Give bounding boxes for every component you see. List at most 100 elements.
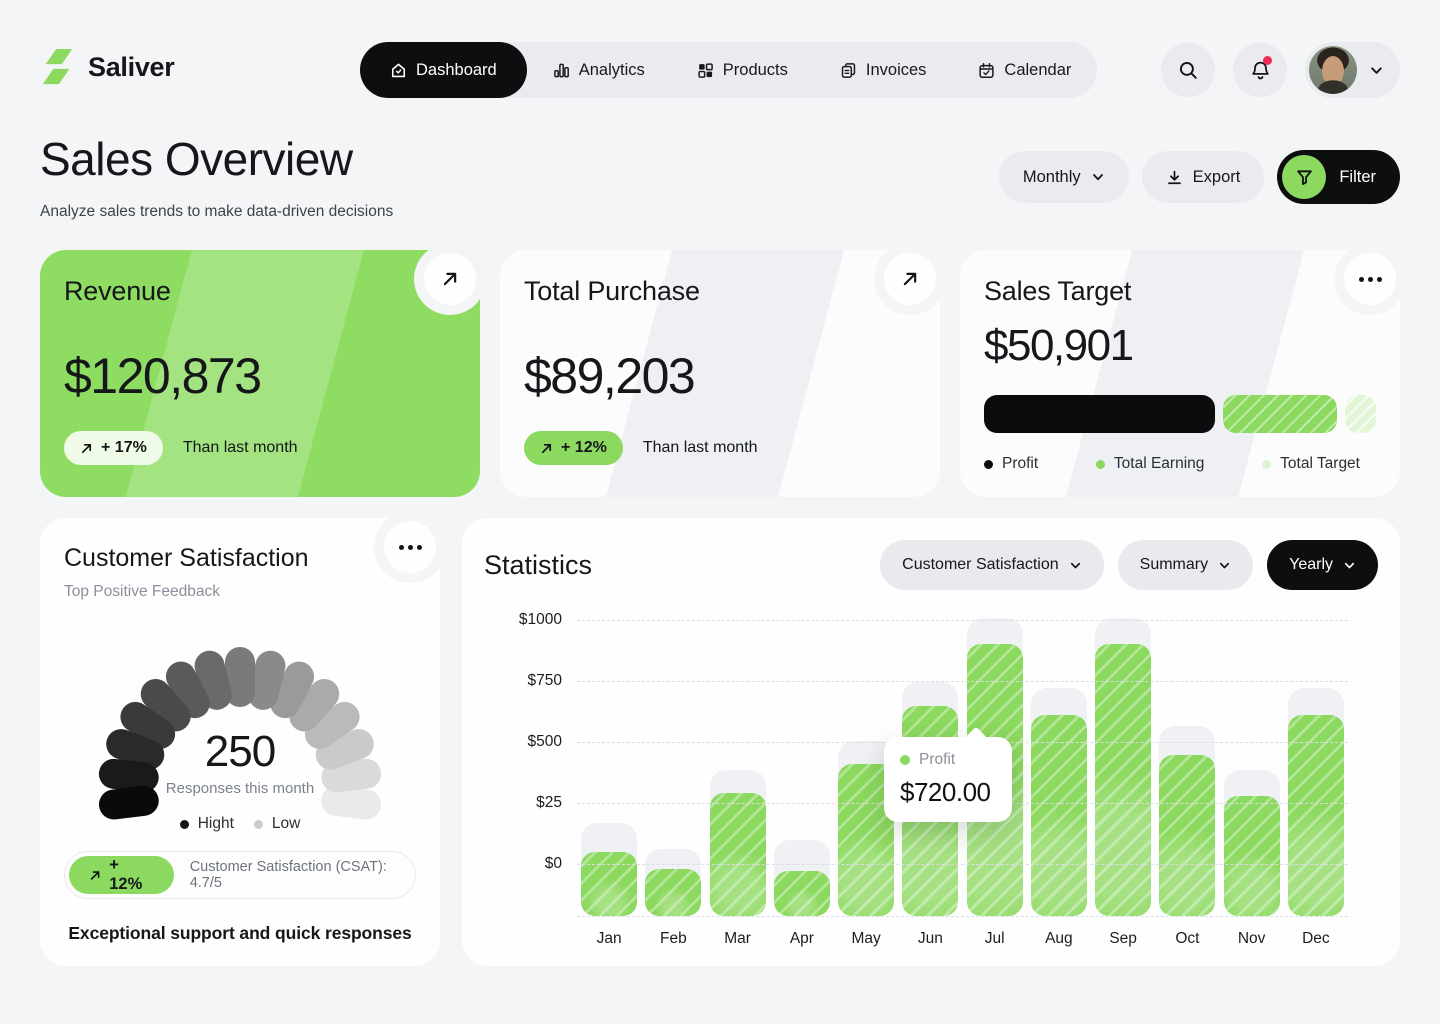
statistics-filters: Customer Satisfaction Summary Yearly (880, 540, 1378, 590)
account-menu[interactable] (1305, 42, 1400, 98)
page-subtitle: Analyze sales trends to make data-driven… (40, 203, 393, 221)
x-axis-label: May (834, 930, 898, 948)
download-icon (1166, 169, 1183, 186)
satisfaction-footnote: Exceptional support and quick responses (64, 923, 416, 944)
more-dots-icon (1359, 277, 1382, 282)
purchase-expand-button[interactable] (884, 253, 936, 305)
lightning-logo-icon (40, 48, 78, 86)
nav-item-calendar[interactable]: Calendar (952, 42, 1097, 98)
statistics-chart: $1000$750$500$25$0 JanFebMarAprMayJunJul… (484, 612, 1378, 948)
brand-name: Saliver (88, 52, 174, 83)
satisfaction-legend-item: Low (254, 815, 300, 833)
filter-button[interactable]: Filter (1277, 150, 1400, 204)
card-title: Statistics (484, 550, 592, 581)
bar-fill (710, 793, 766, 916)
legend-item: Total Earning (1096, 455, 1204, 473)
purchase-delta-badge: + 12% (524, 431, 623, 465)
bar-feb[interactable] (641, 612, 705, 916)
nav-label: Analytics (579, 61, 645, 80)
revenue-expand-button[interactable] (424, 253, 476, 305)
bar-mar[interactable] (706, 612, 770, 916)
brand-logo[interactable]: Saliver (40, 48, 174, 86)
card-title: Total Purchase (524, 276, 916, 307)
legend-label: Low (272, 815, 300, 833)
card-title: Customer Satisfaction (64, 544, 416, 573)
target-segment-total-earning (1223, 395, 1337, 433)
delta-value: + 12% (561, 439, 607, 457)
bar-jan[interactable] (577, 612, 641, 916)
delta-value: + 17% (101, 439, 147, 457)
nav-label: Invoices (866, 61, 927, 80)
range-label: Yearly (1289, 556, 1333, 574)
delta-note: Than last month (643, 439, 758, 457)
period-select[interactable]: Monthly (999, 151, 1129, 203)
tooltip-label: Profit (919, 751, 955, 769)
legend-item: Profit (984, 455, 1038, 473)
card-title: Sales Target (984, 276, 1376, 307)
satisfaction-gauge: 250 Responses this month (84, 617, 396, 799)
bar-fill (1224, 796, 1280, 916)
notifications-button[interactable] (1233, 43, 1287, 97)
bar-fill (1159, 755, 1215, 916)
tooltip-value: $720.00 (900, 777, 996, 808)
y-axis-tick: $500 (484, 733, 562, 751)
bar-apr[interactable] (770, 612, 834, 916)
nav-item-products[interactable]: Products (671, 42, 814, 98)
metric-select[interactable]: Customer Satisfaction (880, 540, 1104, 590)
bar-fill (581, 852, 637, 916)
x-axis-label: Aug (1027, 930, 1091, 948)
search-icon (1178, 60, 1198, 80)
arrow-up-right-icon (540, 442, 553, 455)
range-select[interactable]: Yearly (1267, 540, 1378, 590)
purchase-value: $89,203 (524, 347, 916, 405)
chevron-down-icon (1343, 559, 1356, 572)
bar-fill (1095, 644, 1151, 916)
arrow-up-right-icon (80, 442, 93, 455)
revenue-delta-badge: + 17% (64, 431, 163, 465)
export-button[interactable]: Export (1142, 151, 1265, 203)
nav-item-dashboard[interactable]: Dashboard (360, 42, 527, 98)
search-button[interactable] (1161, 43, 1215, 97)
summary-select[interactable]: Summary (1118, 540, 1253, 590)
nav-item-invoices[interactable]: Invoices (814, 42, 953, 98)
nav-item-analytics[interactable]: Analytics (527, 42, 671, 98)
kpi-cards-row: Revenue $120,873 + 17% Than last month T… (40, 250, 1400, 497)
bar-nov[interactable] (1220, 612, 1284, 916)
x-axis-label: Feb (641, 930, 705, 948)
bar-fill (1031, 715, 1087, 916)
chart-baseline (577, 916, 1348, 917)
dashboard-page: Saliver Dashboard Analytics (0, 0, 1440, 1024)
x-axis-label: Oct (1155, 930, 1219, 948)
target-segment-profit (984, 395, 1215, 433)
total-purchase-card: Total Purchase $89,203 + 12% Than last m… (500, 250, 940, 497)
customer-satisfaction-card: Customer Satisfaction Top Positive Feedb… (40, 518, 440, 966)
metric-label: Customer Satisfaction (902, 556, 1059, 574)
x-axis-label: Jan (577, 930, 641, 948)
card-subtitle: Top Positive Feedback (64, 583, 416, 601)
topbar-actions (1161, 42, 1400, 98)
legend-label: Total Target (1280, 455, 1360, 473)
gridline: $1000 (577, 620, 1348, 621)
satisfaction-more-button[interactable] (384, 521, 436, 573)
invoice-icon (840, 62, 857, 79)
bar-aug[interactable] (1027, 612, 1091, 916)
gauge-value: 250 (84, 727, 396, 777)
card-title: Revenue (64, 276, 456, 307)
sales-target-progress (984, 395, 1376, 433)
bar-sep[interactable] (1091, 612, 1155, 916)
tooltip-series-dot (900, 755, 910, 765)
x-axis-label: Nov (1220, 930, 1284, 948)
bar-dec[interactable] (1284, 612, 1348, 916)
bar-fill (645, 869, 701, 916)
chart-tooltip: Profit $720.00 (884, 737, 1012, 822)
more-dots-icon (399, 545, 422, 550)
topbar: Saliver Dashboard Analytics (40, 42, 1400, 98)
bar-oct[interactable] (1155, 612, 1219, 916)
target-segment-total-target (1345, 395, 1376, 433)
legend-dot (180, 820, 189, 829)
home-icon (390, 62, 407, 79)
page-title: Sales Overview (40, 132, 353, 186)
sales-target-more-button[interactable] (1344, 253, 1396, 305)
revenue-value: $120,873 (64, 347, 456, 405)
arrow-up-right-icon (901, 270, 919, 288)
